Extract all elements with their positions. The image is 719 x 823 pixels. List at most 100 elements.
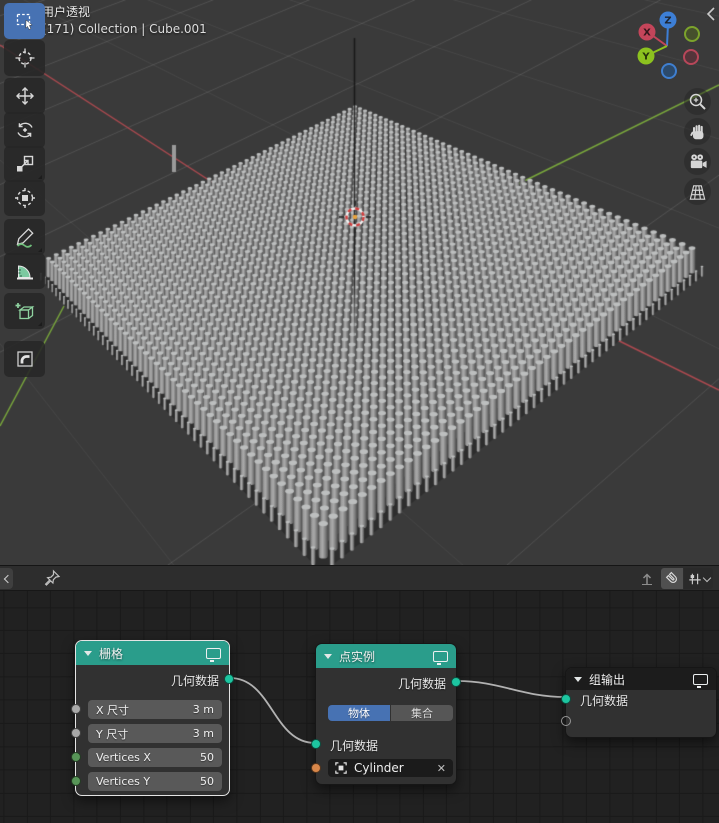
input-size-y[interactable]: Y 尺寸 3 m — [88, 724, 222, 743]
input-value: 50 — [200, 751, 214, 764]
viewport-canvas[interactable] — [0, 0, 719, 565]
pin-icon[interactable] — [43, 569, 61, 588]
move-tool-button[interactable] — [4, 78, 45, 114]
monitor-icon[interactable] — [206, 647, 221, 662]
socket-int-input[interactable] — [71, 752, 81, 762]
monitor-icon[interactable] — [693, 673, 708, 688]
input-label: Y 尺寸 — [96, 727, 129, 741]
node-title: 栅格 — [99, 646, 124, 661]
select-box-icon — [16, 13, 33, 30]
socket-geometry-output[interactable] — [224, 674, 234, 684]
input-label: 几何数据 — [580, 694, 629, 708]
blender-window: 用户透视 (171) Collection | Cube.001 Z X Y 栅… — [0, 0, 719, 823]
zoom-button[interactable] — [684, 88, 711, 115]
zoom-icon — [689, 93, 706, 110]
submenu-indicator — [38, 322, 42, 326]
socket-geometry-output[interactable] — [451, 677, 461, 687]
gizmo-z-negative[interactable] — [661, 63, 677, 79]
annotate-tool-button[interactable] — [4, 219, 45, 255]
object-name: Cylinder — [354, 761, 404, 775]
input-size-x[interactable]: X 尺寸 3 m — [88, 700, 222, 719]
pan-hand-icon — [689, 124, 703, 139]
node-group-output[interactable]: 组输出 几何数据 — [561, 667, 717, 738]
output-label: 几何数据 — [170, 674, 219, 688]
submenu-indicator — [38, 175, 42, 179]
socket-object-input[interactable] — [311, 763, 321, 773]
annotate-icon — [16, 228, 34, 248]
input-label: Vertices X — [96, 751, 151, 764]
output-label: 几何数据 — [397, 677, 446, 691]
gizmo-x-label: X — [643, 28, 651, 39]
rounded-corner-icon — [16, 351, 33, 367]
submenu-indicator — [38, 248, 42, 252]
clear-object-icon[interactable]: ✕ — [437, 762, 446, 775]
camera-view-icon — [690, 154, 707, 169]
measure-tool-button[interactable] — [4, 253, 45, 289]
view-perspective-label: 用户透视 — [42, 5, 91, 19]
node-editor-header — [0, 565, 719, 591]
move-icon — [15, 87, 34, 105]
input-vertices-x[interactable]: Vertices X 50 — [88, 748, 222, 767]
input-value: 50 — [200, 775, 214, 788]
snap-options-button[interactable] — [684, 568, 713, 589]
socket-geometry-input[interactable] — [561, 694, 571, 704]
input-vertices-y[interactable]: Vertices Y 50 — [88, 772, 222, 791]
toggle-collection-button[interactable]: 集合 — [391, 705, 453, 721]
sidebar-collapse-icon[interactable] — [705, 6, 717, 22]
corner-tool-button[interactable] — [4, 341, 45, 377]
gizmo-y-label: Y — [641, 52, 650, 63]
input-value: 3 m — [192, 703, 214, 716]
collapse-triangle-icon[interactable] — [84, 650, 92, 656]
pan-button[interactable] — [684, 118, 711, 145]
socket-float-input[interactable] — [71, 704, 81, 714]
snap-options-icon — [688, 573, 701, 584]
node-title: 点实例 — [339, 649, 376, 664]
node-editor-canvas[interactable]: 栅格 几何数据 X 尺寸 3 m Y 尺寸 3 m Vertices X 50 … — [0, 591, 719, 823]
socket-float-input[interactable] — [71, 728, 81, 738]
add-cube-icon — [15, 303, 34, 320]
node-instance-on-points[interactable]: 点实例 几何数据 物体 集合 几何数据 Cylinder ✕ — [311, 643, 461, 785]
navigation-gizmo[interactable]: Z X Y — [628, 2, 710, 84]
3d-cursor-icon — [15, 48, 34, 68]
socket-geometry-input[interactable] — [311, 739, 321, 749]
rotate-icon — [16, 122, 33, 138]
scale-tool-button[interactable] — [4, 146, 45, 182]
transform-tool-button[interactable] — [4, 180, 45, 216]
toggle-object-button[interactable]: 物体 — [328, 705, 390, 721]
add-cube-tool-button[interactable] — [4, 293, 45, 329]
go-to-parent-button[interactable] — [636, 568, 658, 589]
3d-viewport[interactable]: 用户透视 (171) Collection | Cube.001 Z X Y — [0, 0, 719, 565]
header-collapse-button[interactable] — [0, 568, 13, 589]
viewport-header: 用户透视 (171) Collection | Cube.001 — [42, 4, 207, 38]
input-label: X 尺寸 — [96, 703, 130, 717]
socket-virtual-input[interactable] — [561, 716, 571, 726]
node-grid[interactable]: 栅格 几何数据 X 尺寸 3 m Y 尺寸 3 m Vertices X 50 … — [71, 640, 234, 796]
cursor-tool-button[interactable] — [4, 40, 45, 76]
node-instance-header[interactable]: 点实例 — [316, 644, 456, 668]
active-object-label: (171) Collection | Cube.001 — [42, 22, 207, 36]
collapse-triangle-icon[interactable] — [574, 676, 582, 682]
snap-magnet-icon — [665, 571, 677, 583]
select-box-tool-button[interactable] — [4, 3, 45, 39]
gizmo-y-negative[interactable] — [684, 26, 700, 42]
toggle-perspective-button[interactable] — [684, 178, 711, 205]
object-cube-icon — [335, 762, 347, 774]
gizmo-z-label: Z — [664, 16, 671, 27]
parent-tree-icon — [642, 572, 652, 585]
link-instance-to-output — [456, 680, 566, 698]
link-grid-to-instance — [229, 677, 316, 744]
input-label: Vertices Y — [96, 775, 151, 788]
collapse-triangle-icon[interactable] — [324, 653, 332, 659]
monitor-icon[interactable] — [433, 650, 448, 665]
gizmo-x-negative[interactable] — [683, 49, 699, 65]
input-value: 3 m — [192, 727, 214, 740]
snap-toggle-button[interactable] — [661, 568, 683, 589]
node-group-output-header[interactable]: 组输出 — [566, 668, 716, 690]
node-grid-header[interactable]: 栅格 — [76, 641, 229, 665]
socket-int-input[interactable] — [71, 776, 81, 786]
object-field[interactable]: Cylinder ✕ — [328, 759, 453, 777]
toggle-perspective-icon — [689, 185, 706, 200]
measure-icon — [16, 265, 33, 280]
rotate-tool-button[interactable] — [4, 112, 45, 148]
camera-view-button[interactable] — [684, 148, 711, 175]
